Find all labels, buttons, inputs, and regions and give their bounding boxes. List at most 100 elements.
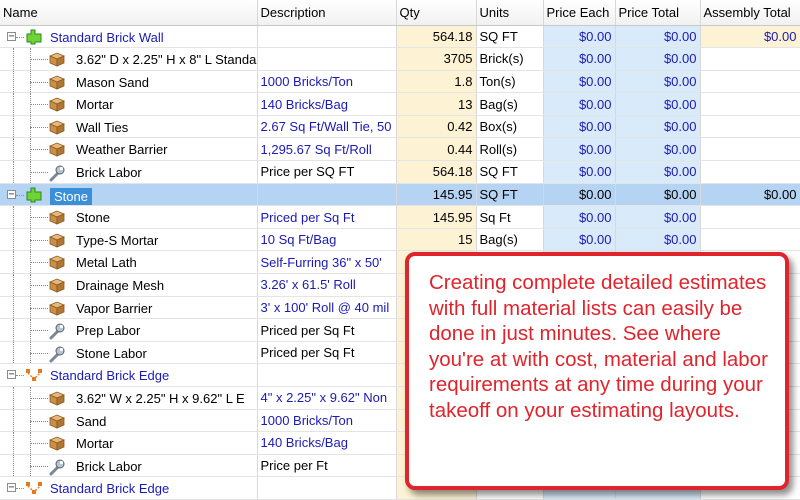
cell-units[interactable]: Brick(s)	[476, 47, 544, 71]
cell-assembly-total[interactable]	[700, 70, 800, 94]
cell-price-each[interactable]: $0.00	[543, 70, 616, 94]
cell-units[interactable]: SQ FT	[476, 183, 544, 207]
cell-name[interactable]: Prep Labor	[0, 318, 258, 342]
cell-price-each[interactable]: $0.00	[543, 92, 616, 116]
assembly-row[interactable]: − Standard Brick Wall 564.18 SQ FT $0.00 $0.0…	[0, 25, 800, 49]
cell-price-each[interactable]: $0.00	[543, 25, 616, 49]
cell-description[interactable]: Price per Ft	[257, 454, 397, 478]
table-row[interactable]: 3.62" D x 2.25" H x 8" L Standard 3705 Bri…	[0, 47, 800, 71]
cell-assembly-total[interactable]	[700, 228, 800, 252]
cell-assembly-total[interactable]	[700, 47, 800, 71]
col-header-price-each[interactable]: Price Each	[543, 0, 616, 26]
cell-name[interactable]: Metal Lath	[0, 250, 258, 275]
cell-description[interactable]	[257, 363, 397, 387]
cell-price-total[interactable]: $0.00	[615, 228, 701, 252]
cell-description[interactable]	[257, 25, 397, 49]
cell-assembly-total[interactable]	[700, 160, 800, 184]
cell-name[interactable]: − Stone	[0, 183, 258, 207]
col-header-name[interactable]: Name	[0, 0, 258, 26]
cell-name[interactable]: Mason Sand	[0, 70, 258, 94]
cell-price-total[interactable]: $0.00	[615, 115, 701, 139]
cell-price-total[interactable]: $0.00	[615, 92, 701, 116]
cell-name[interactable]: Mortar	[0, 92, 258, 116]
cell-qty[interactable]: 0.42	[396, 115, 477, 139]
table-row[interactable]: Type-S Mortar 10 Sq Ft/Bag 15 Bag(s) $0.00 $0…	[0, 228, 800, 252]
cell-description[interactable]: 3' x 100' Roll @ 40 mil	[257, 296, 397, 320]
cell-description[interactable]: 4" x 2.25" x 9.62" Non	[257, 386, 397, 410]
table-row[interactable]: Weather Barrier 1,295.67 Sq Ft/Roll 0.44 Ro…	[0, 137, 800, 162]
col-header-description[interactable]: Description	[257, 0, 397, 26]
cell-description[interactable]: 1000 Bricks/Ton	[257, 70, 397, 94]
cell-name[interactable]: Stone	[0, 205, 258, 229]
table-row[interactable]: Brick Labor Price per SQ FT 564.18 SQ FT $0.…	[0, 160, 800, 184]
table-row[interactable]: Stone Priced per Sq Ft 145.95 Sq Ft $0.00 $0.…	[0, 205, 800, 229]
collapse-toggle-icon[interactable]: −	[7, 31, 16, 41]
cell-price-total[interactable]: $0.00	[615, 137, 701, 162]
cell-price-total[interactable]: $0.00	[615, 205, 701, 229]
cell-description[interactable]: 10 Sq Ft/Bag	[257, 228, 397, 252]
cell-units[interactable]: Box(s)	[476, 115, 544, 139]
cell-assembly-total[interactable]	[700, 205, 800, 229]
cell-name[interactable]: Type-S Mortar	[0, 228, 258, 252]
cell-price-total[interactable]: $0.00	[615, 70, 701, 94]
cell-qty[interactable]: 13	[396, 92, 477, 116]
cell-name[interactable]: Drainage Mesh	[0, 273, 258, 297]
cell-assembly-total[interactable]	[700, 137, 800, 162]
cell-qty[interactable]: 15	[396, 228, 477, 252]
cell-name[interactable]: − Standard Brick Edge	[0, 363, 258, 387]
col-header-price-total[interactable]: Price Total	[615, 0, 701, 26]
cell-description[interactable]: Self-Furring 36" x 50'	[257, 250, 397, 275]
cell-qty[interactable]: 3705	[396, 47, 477, 71]
cell-price-each[interactable]: $0.00	[543, 183, 616, 207]
cell-name[interactable]: Vapor Barrier	[0, 296, 258, 320]
cell-units[interactable]: SQ FT	[476, 160, 544, 184]
cell-assembly-total[interactable]	[700, 92, 800, 116]
cell-description[interactable]	[257, 183, 397, 207]
table-row[interactable]: Wall Ties 2.67 Sq Ft/Wall Tie, 50 0.42 Box(…	[0, 115, 800, 139]
cell-qty[interactable]: 564.18	[396, 160, 477, 184]
cell-description[interactable]: 140 Bricks/Bag	[257, 92, 397, 116]
cell-assembly-total[interactable]	[700, 115, 800, 139]
collapse-toggle-icon[interactable]: −	[7, 483, 16, 493]
table-row[interactable]: Mason Sand 1000 Bricks/Ton 1.8 Ton(s) $0.00 $…	[0, 70, 800, 94]
cell-assembly-total[interactable]: $0.00	[700, 183, 800, 207]
cell-name[interactable]: − Standard Brick Edge	[0, 476, 258, 500]
cell-price-total[interactable]: $0.00	[615, 25, 701, 49]
cell-description[interactable]: Priced per Sq Ft	[257, 318, 397, 342]
col-header-assembly-total[interactable]: Assembly Total	[700, 0, 800, 26]
cell-units[interactable]: Bag(s)	[476, 228, 544, 252]
cell-description[interactable]: Price per SQ FT	[257, 160, 397, 184]
assembly-row[interactable]: − Stone 145.95 SQ FT $0.00 $0.00 $0.00	[0, 183, 800, 207]
cell-assembly-total[interactable]: $0.00	[700, 25, 800, 49]
cell-price-each[interactable]: $0.00	[543, 47, 616, 71]
collapse-toggle-icon[interactable]: −	[7, 189, 16, 199]
cell-qty[interactable]: 0.44	[396, 137, 477, 162]
cell-units[interactable]: Roll(s)	[476, 137, 544, 162]
cell-description[interactable]: 140 Bricks/Bag	[257, 431, 397, 455]
cell-name[interactable]: Stone Labor	[0, 341, 258, 365]
cell-name[interactable]: 3.62" D x 2.25" H x 8" L Standard	[0, 47, 258, 71]
cell-name[interactable]: Mortar	[0, 431, 258, 455]
cell-price-total[interactable]: $0.00	[615, 160, 701, 184]
col-header-qty[interactable]: Qty	[396, 0, 477, 26]
cell-price-total[interactable]: $0.00	[615, 47, 701, 71]
cell-price-each[interactable]: $0.00	[543, 205, 616, 229]
cell-units[interactable]: Sq Ft	[476, 205, 544, 229]
cell-price-total[interactable]: $0.00	[615, 183, 701, 207]
cell-name[interactable]: Wall Ties	[0, 115, 258, 139]
cell-qty[interactable]: 1.8	[396, 70, 477, 94]
cell-name[interactable]: Brick Labor	[0, 160, 258, 184]
cell-description[interactable]: 1,295.67 Sq Ft/Roll	[257, 137, 397, 162]
cell-name[interactable]: Weather Barrier	[0, 137, 258, 162]
cell-price-each[interactable]: $0.00	[543, 160, 616, 184]
cell-qty[interactable]: 564.18	[396, 25, 477, 49]
cell-price-each[interactable]: $0.00	[543, 137, 616, 162]
cell-units[interactable]: SQ FT	[476, 25, 544, 49]
cell-price-each[interactable]: $0.00	[543, 115, 616, 139]
cell-units[interactable]: Ton(s)	[476, 70, 544, 94]
cell-price-each[interactable]: $0.00	[543, 228, 616, 252]
table-row[interactable]: Mortar 140 Bricks/Bag 13 Bag(s) $0.00 $0.00	[0, 92, 800, 116]
cell-description[interactable]: 3.26' x 61.5' Roll	[257, 273, 397, 297]
cell-name[interactable]: 3.62" W x 2.25" H x 9.62" L E	[0, 386, 258, 410]
cell-name[interactable]: Sand	[0, 409, 258, 433]
